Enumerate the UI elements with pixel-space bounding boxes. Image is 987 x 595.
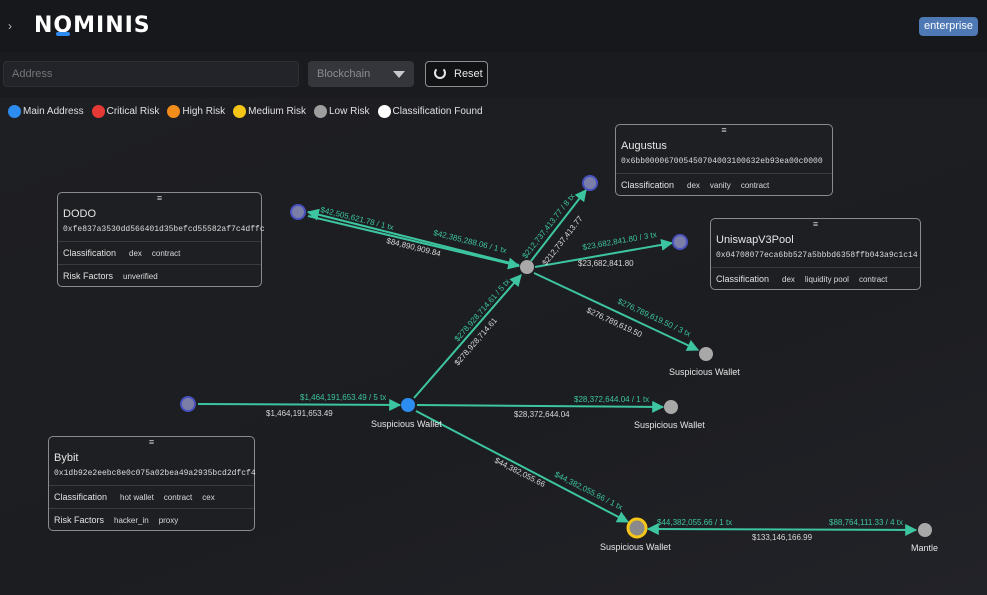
edge-label: $88,764,111.33 / 4 tx [829,518,903,527]
classification-row: Classification hot wallet contract cex [49,485,254,507]
entity-name: DODO [63,208,96,220]
node-hub[interactable] [520,260,534,274]
edge-label: $44,382,055.66 / 1 tx [553,470,624,512]
node-main[interactable] [401,398,415,412]
node-label-wallet-mid: Suspicious Wallet [634,420,705,430]
tag: hacker_in [114,516,149,525]
entity-name: Augustus [621,140,667,152]
tag: dex [782,275,795,284]
classification-label: Classification [716,274,770,284]
classification-label: Classification [621,180,675,190]
entity-card-uniswap[interactable]: ≡ UniswapV3Pool 0x04708077eca6bb527a5bbb… [710,218,921,290]
risk-row: Risk Factors unverified [58,264,261,286]
edge-label: $1,464,191,653.49 [266,409,333,418]
edge-label: $44,382,055.66 [493,456,547,490]
edge-label: $23,682,841.80 [578,259,634,268]
classification-row: Classification dex liquidity pool contract [711,267,920,289]
tag: hot wallet [120,493,154,502]
tag: contract [740,181,770,190]
drag-handle-icon[interactable]: ≡ [711,219,920,229]
edge-main-bottom[interactable] [415,410,630,523]
tag: cex [202,493,215,502]
risk-row: Risk Factors hacker_in proxy [49,508,254,530]
edge-label: $44,382,055.66 / 1 tx [657,518,732,527]
node-wallet-upper[interactable] [699,347,713,361]
entity-card-augustus[interactable]: ≡ Augustus 0x6bb000067005450704003100632… [615,124,833,196]
node-bybit[interactable] [180,396,196,412]
tag: contract [163,493,193,502]
edge-main-mid[interactable] [416,400,665,413]
classification-row: Classification dex vanity contract [616,173,832,195]
tag: contract [151,249,181,258]
node-wallet-mid[interactable] [664,400,678,414]
classification-label: Classification [54,492,108,502]
edge-bottom-mantle[interactable] [646,523,918,536]
edge-label: $42,385,288.06 / 1 tx [433,228,508,255]
drag-handle-icon[interactable]: ≡ [58,193,261,203]
classification-label: Classification [63,248,117,258]
tag: dex [687,181,700,190]
edge-bybit-main[interactable] [197,398,402,411]
node-label-mantle: Mantle [911,543,939,553]
drag-handle-icon[interactable]: ≡ [616,125,832,135]
risk-label: Risk Factors [63,271,114,281]
edge-label: $28,372,644.04 [514,410,570,419]
tag: unverified [123,272,158,281]
classification-row: Classification dex contract [58,241,261,263]
tag: proxy [158,516,179,525]
entity-card-dodo[interactable]: ≡ DODO 0xfe837a3530dd566401d35befcd55582… [57,192,265,287]
edge-label: $28,372,644.04 / 1 tx [574,395,649,404]
edge-hub-dodo[interactable] [306,208,520,266]
entity-address: 0xfe837a3530dd566401d35befcd55582af7c4df… [63,225,265,234]
tag: vanity [709,181,731,190]
node-label-main: Suspicious Wallet [371,419,442,429]
node-label-wallet-upper: Suspicious Wallet [669,367,740,377]
tag: liquidity pool [804,275,849,284]
node-wallet-bottom[interactable] [626,517,648,539]
node-label-wallet-bottom: Suspicious Wallet [600,542,671,552]
tag: dex [129,249,142,258]
risk-label: Risk Factors [54,515,105,525]
entity-name: UniswapV3Pool [716,234,794,246]
entity-name: Bybit [54,452,79,464]
drag-handle-icon[interactable]: ≡ [49,437,254,447]
entity-address: 0x1db92e2eebc8e0c075a02bea49a2935bcd2dfc… [54,469,256,478]
tag: contract [858,275,888,284]
entity-address: 0x6bb000067005450704003100632eb93ea00c00… [621,157,823,166]
node-dodo[interactable] [290,204,306,220]
node-augustus[interactable] [582,175,598,191]
entity-address: 0x04708077eca6bb527a5bbbd6358ffb043a9c1c… [716,251,918,260]
edge-hub-upper[interactable] [533,272,700,351]
edge-label: $133,146,166.99 [752,533,813,542]
node-mantle[interactable] [918,523,932,537]
edge-label: $23,682,841.80 / 3 tx [582,230,658,252]
entity-card-bybit[interactable]: ≡ Bybit 0x1db92e2eebc8e0c075a02bea49a293… [48,436,256,531]
node-uniswap[interactable] [672,234,688,250]
edge-main-hub[interactable] [413,274,522,399]
edge-label: $1,464,191,653.49 / 5 tx [300,393,386,402]
